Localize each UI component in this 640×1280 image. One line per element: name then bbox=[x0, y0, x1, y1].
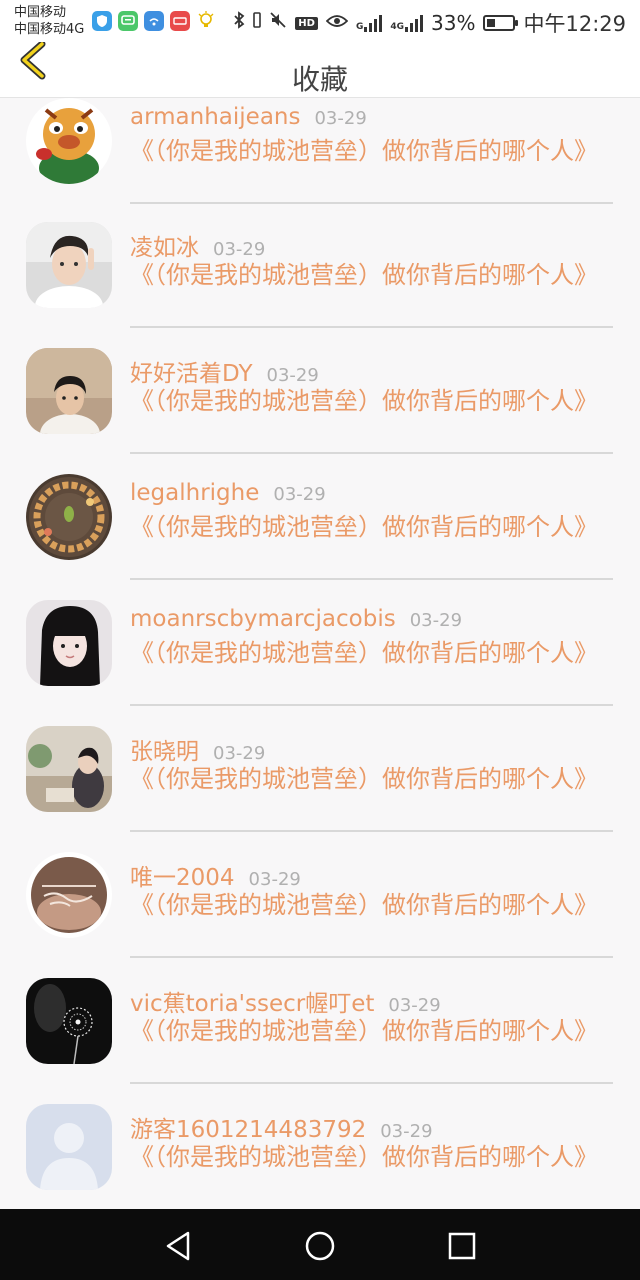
item-author: 唯一2004 03-29 bbox=[130, 858, 301, 892]
item-date: 03-29 bbox=[314, 108, 367, 129]
bluetooth-icon bbox=[233, 10, 245, 36]
item-title: 《（你是我的城池营垒）做你背后的哪个人》 bbox=[130, 765, 598, 793]
item-date: 03-29 bbox=[266, 365, 319, 386]
item-author: vic蕉toria'ssecr幄叮et 03-29 bbox=[130, 984, 441, 1018]
signal-1: G bbox=[355, 14, 383, 32]
author-name: armanhaijeans bbox=[130, 104, 301, 130]
hd-label: HD bbox=[295, 16, 318, 30]
circle-home-icon bbox=[305, 1231, 335, 1261]
list-item[interactable]: 唯一2004 03-29 《（你是我的城池营垒）做你背后的哪个人》 bbox=[0, 852, 640, 978]
text-avatar bbox=[26, 852, 112, 938]
triangle-back-icon bbox=[166, 1231, 190, 1261]
author-name: legalhrighe bbox=[130, 480, 260, 506]
message-app-icon bbox=[118, 11, 138, 31]
signal-bars-icon bbox=[405, 14, 424, 32]
item-date: 03-29 bbox=[213, 743, 266, 764]
cartoon-avatar bbox=[26, 98, 112, 184]
wifi-app-icon bbox=[144, 11, 164, 31]
item-title: 《（你是我的城池营垒）做你背后的哪个人》 bbox=[130, 387, 598, 415]
divider bbox=[130, 704, 613, 706]
divider bbox=[130, 830, 613, 832]
carrier-line-1: 中国移动 bbox=[14, 5, 67, 20]
divider bbox=[130, 452, 613, 454]
bowl-avatar bbox=[26, 474, 112, 560]
divider bbox=[130, 202, 613, 204]
page-title: 收藏 bbox=[291, 63, 348, 96]
author-name: 唯一2004 bbox=[130, 865, 235, 891]
item-author: armanhaijeans 03-29 bbox=[130, 104, 367, 130]
item-author: legalhrighe 03-29 bbox=[130, 480, 326, 506]
app-header: 收藏 bbox=[0, 40, 640, 98]
list-item[interactable]: legalhrighe 03-29 《（你是我的城池营垒）做你背后的哪个人》 bbox=[0, 474, 640, 600]
square-recents-icon bbox=[448, 1232, 476, 1260]
divider bbox=[130, 326, 613, 328]
divider bbox=[130, 956, 613, 958]
item-author: 游客1601214483792 03-29 bbox=[130, 1110, 433, 1144]
list-item[interactable]: 好好活着DY 03-29 《（你是我的城池营垒）做你背后的哪个人》 bbox=[0, 348, 640, 474]
recents-nav-button[interactable] bbox=[445, 1229, 479, 1263]
item-title: 《（你是我的城池营垒）做你背后的哪个人》 bbox=[130, 1143, 598, 1171]
item-author: 好好活着DY 03-29 bbox=[130, 354, 319, 388]
eye-icon bbox=[325, 11, 349, 35]
list-item[interactable]: vic蕉toria'ssecr幄叮et 03-29 《（你是我的城池营垒）做你背后… bbox=[0, 978, 640, 1104]
shield-app-icon bbox=[92, 11, 112, 31]
list-item[interactable]: moanrscbymarcjacobis 03-29 《（你是我的城池营垒）做你背… bbox=[0, 600, 640, 726]
battery-icon bbox=[483, 15, 519, 31]
favorites-screen: 中国移动 中国移动4G HD G 4G 33% 中午12:29 收藏 arman… bbox=[0, 0, 640, 1280]
vibrate-icon bbox=[253, 11, 262, 36]
network-type-label-1: G bbox=[355, 22, 364, 32]
lightbulb-icon bbox=[196, 11, 216, 31]
list-item[interactable]: 张晓明 03-29 《（你是我的城池营垒）做你背后的哪个人》 bbox=[0, 726, 640, 852]
item-date: 03-29 bbox=[273, 484, 326, 505]
item-title: 《（你是我的城池营垒）做你背后的哪个人》 bbox=[130, 261, 598, 289]
status-bar: 中国移动 中国移动4G HD G 4G 33% 中午12:29 bbox=[0, 0, 640, 42]
dandelion-avatar bbox=[26, 978, 112, 1064]
item-title: 《（你是我的城池营垒）做你背后的哪个人》 bbox=[130, 137, 598, 165]
default-avatar bbox=[26, 1104, 112, 1190]
signal-2: 4G bbox=[390, 14, 424, 32]
author-name: 好好活着DY bbox=[130, 361, 253, 387]
battery-fill bbox=[487, 19, 496, 27]
item-date: 03-29 bbox=[213, 239, 266, 260]
divider bbox=[130, 578, 613, 580]
home-nav-button[interactable] bbox=[303, 1229, 337, 1263]
list-item[interactable]: armanhaijeans 03-29 《（你是我的城池营垒）做你背后的哪个人》 bbox=[0, 98, 640, 224]
photo-avatar bbox=[26, 600, 112, 686]
item-title: 《（你是我的城池营垒）做你背后的哪个人》 bbox=[130, 1017, 598, 1045]
carrier-info: 中国移动 中国移动4G bbox=[14, 4, 84, 38]
author-name: 游客1601214483792 bbox=[130, 1117, 367, 1143]
author-name: moanrscbymarcjacobis bbox=[130, 606, 396, 632]
video-app-icon bbox=[170, 11, 190, 31]
item-author: 张晓明 03-29 bbox=[130, 732, 265, 766]
photo-avatar bbox=[26, 222, 112, 308]
item-date: 03-29 bbox=[409, 610, 463, 631]
divider bbox=[130, 1082, 613, 1084]
back-nav-button[interactable] bbox=[162, 1229, 196, 1263]
clock: 中午12:29 bbox=[523, 12, 626, 36]
battery-percent: 33% bbox=[431, 11, 476, 35]
photo-avatar bbox=[26, 726, 112, 812]
signal-bars-icon bbox=[364, 14, 383, 32]
item-date: 03-29 bbox=[380, 1121, 433, 1142]
item-date: 03-29 bbox=[388, 995, 441, 1016]
author-name: 凌如冰 bbox=[130, 235, 199, 261]
item-title: 《（你是我的城池营垒）做你背后的哪个人》 bbox=[130, 639, 598, 667]
item-title: 《（你是我的城池营垒）做你背后的哪个人》 bbox=[130, 513, 598, 541]
notification-icons bbox=[92, 11, 216, 31]
item-author: moanrscbymarcjacobis 03-29 bbox=[130, 606, 462, 632]
carrier-line-2: 中国移动4G bbox=[14, 22, 85, 37]
mute-icon bbox=[269, 11, 287, 36]
network-type-label-2: 4G bbox=[390, 22, 405, 32]
list-item[interactable]: 游客1601214483792 03-29 《（你是我的城池营垒）做你背后的哪个人… bbox=[0, 1104, 640, 1210]
author-name: vic蕉toria'ssecr幄叮et bbox=[130, 991, 375, 1017]
item-author: 凌如冰 03-29 bbox=[130, 228, 265, 262]
list-item[interactable]: 凌如冰 03-29 《（你是我的城池营垒）做你背后的哪个人》 bbox=[0, 222, 640, 348]
favorites-list: armanhaijeans 03-29 《（你是我的城池营垒）做你背后的哪个人》 bbox=[0, 98, 640, 1210]
item-title: 《（你是我的城池营垒）做你背后的哪个人》 bbox=[130, 891, 598, 919]
author-name: 张晓明 bbox=[130, 739, 199, 765]
system-indicators: HD G 4G 33% 中午12:29 bbox=[233, 8, 626, 38]
photo-avatar bbox=[26, 348, 112, 434]
navigation-bar bbox=[0, 1209, 640, 1280]
item-date: 03-29 bbox=[248, 869, 301, 890]
